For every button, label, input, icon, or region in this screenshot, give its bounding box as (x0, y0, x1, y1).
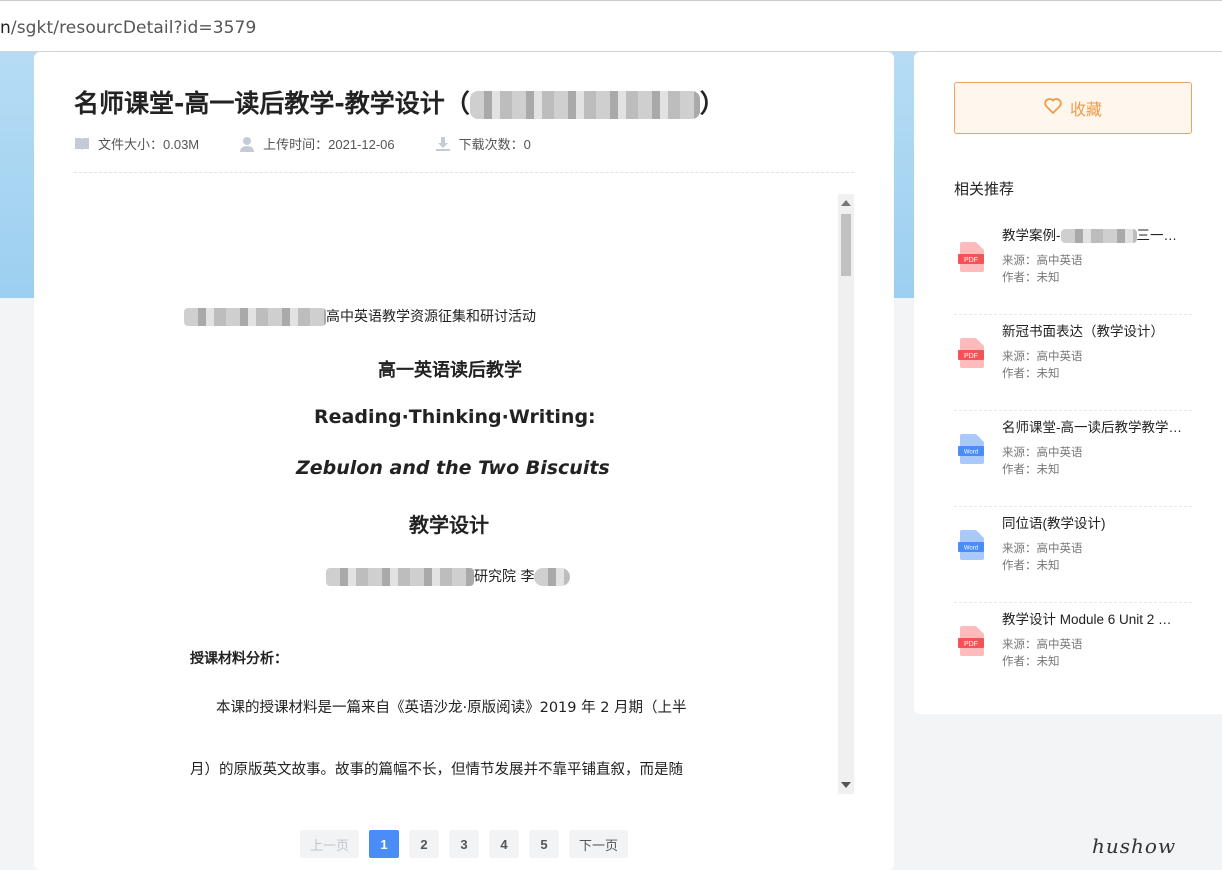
related-item[interactable]: Word 同位语(教学设计) 来源：高中英语 作者：未知 (954, 506, 1192, 603)
svg-text:Word: Word (964, 546, 978, 552)
word-file-icon: Word (958, 434, 984, 464)
doc-heading: Reading·Thinking·Writing: (314, 406, 596, 428)
doc-heading: 教学设计 (409, 513, 489, 537)
related-item[interactable]: Word 名师课堂-高一读后教学教学… 来源：高中英语 作者：未知 (954, 410, 1192, 507)
pdf-file-icon: PDF (958, 626, 984, 656)
resource-meta: 文件大小：0.03M 上传时间：2021-12-06 下载次数：0 (74, 134, 531, 153)
related-item-source: 来源：高中英语 (1002, 255, 1083, 267)
page-button-1[interactable]: 1 (369, 830, 400, 858)
divider (74, 172, 854, 173)
doc-paragraph: 月）的原版英文故事。故事的篇幅不长，但情节发展并不靠平铺直叙，而是随 (190, 762, 683, 778)
scroll-thumb[interactable] (841, 214, 851, 276)
file-size-meta: 文件大小：0.03M (74, 134, 199, 153)
pdf-file-icon: PDF (958, 242, 984, 272)
page-button-5[interactable]: 5 (529, 830, 560, 858)
scroll-up-arrow[interactable] (841, 200, 851, 206)
upload-time-meta: 上传时间：2021-12-06 (239, 134, 395, 153)
related-item[interactable]: PDF 教学设计 Module 6 Unit 2 … 来源：高中英语 作者：未知 (954, 602, 1192, 698)
doc-section-title: 授课材料分析： (190, 651, 288, 667)
sidebar: 收藏 相关推荐 PDF 教学案例- 三一… 来源：高中英语 作者：未知 PDF 新… (914, 52, 1222, 714)
pagination: 上一页 1 2 3 4 5 下一页 (300, 830, 629, 858)
doc-paragraph: 本课的授课材料是一篇来自《英语沙龙·原版阅读》2019 年 2 月期（上半 (216, 700, 687, 716)
resource-detail-card: 名师课堂-高一读后教学-教学设计（） 文件大小：0.03M 上传时间：2021-… (34, 52, 894, 870)
url-text[interactable]: n/sgkt/resourcDetail?id=3579 (0, 18, 256, 38)
related-item-title: 新冠书面表达（教学设计） (1002, 324, 1164, 339)
related-item-source: 来源：高中英语 (1002, 543, 1083, 555)
page-button-3[interactable]: 3 (449, 830, 480, 858)
related-item-source: 来源：高中英语 (1002, 351, 1083, 363)
book-icon (74, 137, 90, 151)
address-bar[interactable]: n/sgkt/resourcDetail?id=3579 (0, 0, 1222, 52)
related-item-author: 作者：未知 (1002, 272, 1060, 284)
related-item-title: 同位语(教学设计) (1002, 516, 1106, 531)
pdf-file-icon: PDF (958, 338, 984, 368)
page-button-4[interactable]: 4 (489, 830, 520, 858)
scroll-down-arrow[interactable] (841, 782, 851, 788)
download-icon (435, 136, 451, 152)
svg-text:PDF: PDF (964, 257, 978, 264)
related-item[interactable]: PDF 新冠书面表达（教学设计） 来源：高中英语 作者：未知 (954, 314, 1192, 411)
related-item-source: 来源：高中英语 (1002, 639, 1083, 651)
redacted-text (469, 91, 700, 119)
related-item-title: 教学设计 Module 6 Unit 2 … (1002, 612, 1172, 627)
redacted-text (1060, 229, 1137, 244)
word-file-icon: Word (958, 530, 984, 560)
prev-page-button[interactable]: 上一页 (300, 830, 360, 858)
redacted-text (534, 568, 571, 586)
page-title: 名师课堂-高一读后教学-教学设计（） (74, 89, 725, 119)
related-item-title: 名师课堂-高一读后教学教学… (1002, 420, 1182, 435)
heart-icon (1044, 98, 1062, 118)
signature-watermark: hushow (1092, 834, 1177, 858)
related-item-source: 来源：高中英语 (1002, 447, 1083, 459)
document-preview[interactable]: 高中英语教学资源征集和研讨活动 高一英语读后教学 Reading·Thinkin… (74, 194, 854, 794)
redacted-text (326, 568, 474, 586)
doc-author-line: 研究院 李 (326, 566, 571, 586)
doc-heading: Zebulon and the Two Biscuits (296, 457, 610, 479)
related-title: 相关推荐 (954, 180, 1015, 198)
svg-text:PDF: PDF (964, 641, 978, 648)
svg-text:PDF: PDF (964, 353, 978, 360)
favorite-button[interactable]: 收藏 (954, 82, 1192, 134)
related-item-title: 教学案例- 三一… (1002, 228, 1177, 244)
next-page-button[interactable]: 下一页 (569, 830, 629, 858)
related-item[interactable]: PDF 教学案例- 三一… 来源：高中英语 作者：未知 (954, 218, 1192, 315)
doc-heading: 高一英语读后教学 (378, 360, 522, 381)
user-icon (239, 136, 255, 152)
related-item-author: 作者：未知 (1002, 560, 1060, 572)
redacted-text (184, 308, 326, 326)
related-item-author: 作者：未知 (1002, 656, 1060, 668)
doc-scrollbar[interactable] (838, 194, 854, 794)
page-button-2[interactable]: 2 (409, 830, 440, 858)
svg-text:Word: Word (964, 450, 978, 456)
doc-header-line: 高中英语教学资源征集和研讨活动 (184, 306, 536, 326)
related-item-author: 作者：未知 (1002, 368, 1060, 380)
download-count-meta: 下载次数：0 (435, 134, 531, 153)
related-item-author: 作者：未知 (1002, 464, 1060, 476)
